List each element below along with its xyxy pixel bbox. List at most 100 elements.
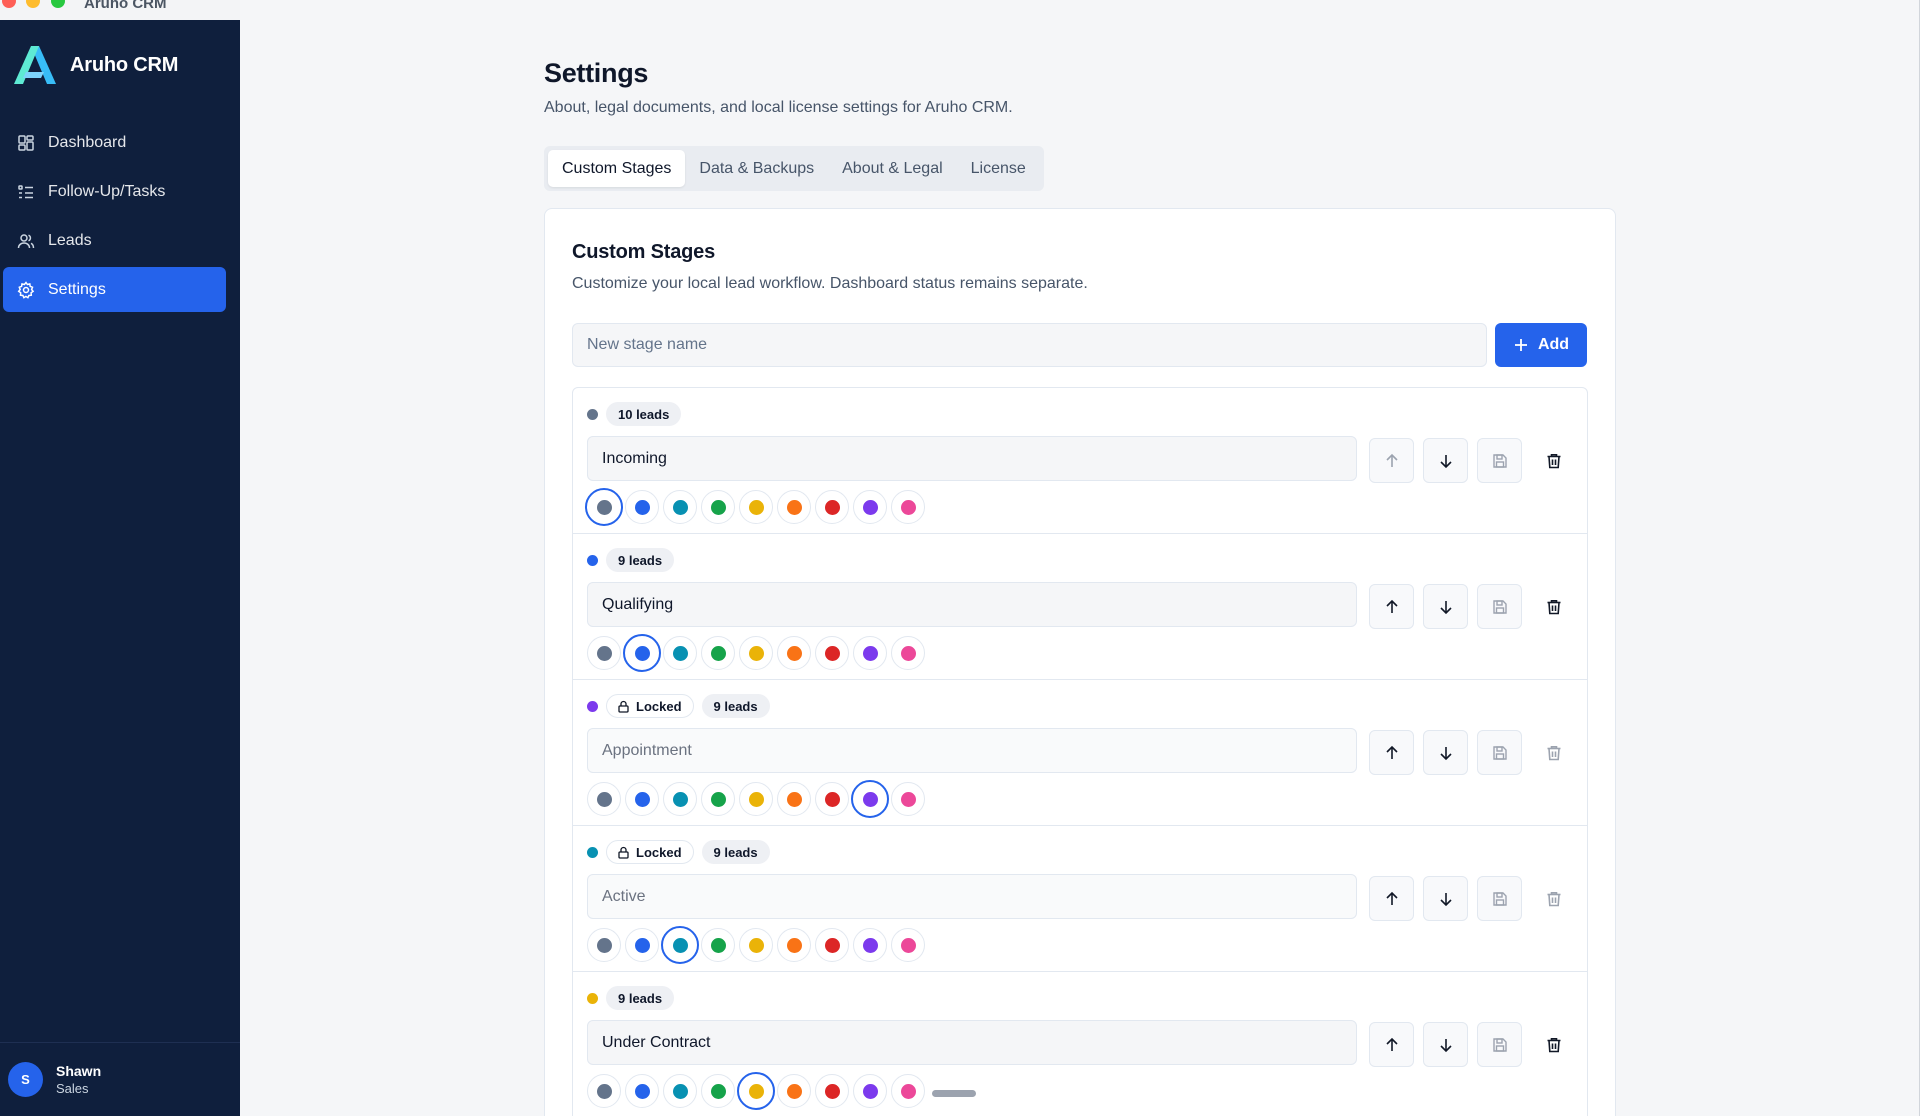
swatch-color — [710, 1083, 726, 1099]
sidebar-item-settings[interactable]: Settings — [3, 267, 226, 312]
color-swatch[interactable] — [815, 1074, 849, 1108]
color-swatch[interactable] — [737, 1072, 775, 1110]
color-swatch[interactable] — [891, 490, 925, 524]
color-swatch[interactable] — [701, 782, 735, 816]
delete-stage-button[interactable] — [1531, 584, 1576, 629]
move-down-button[interactable] — [1423, 584, 1468, 629]
color-swatch[interactable] — [777, 928, 811, 962]
delete-stage-button[interactable] — [1531, 438, 1576, 483]
color-swatch[interactable] — [663, 636, 697, 670]
color-swatch[interactable] — [853, 636, 887, 670]
move-down-button[interactable] — [1423, 438, 1468, 483]
user-profile[interactable]: S Shawn Sales — [0, 1042, 240, 1116]
swatch-color — [824, 499, 840, 515]
color-swatch[interactable] — [739, 490, 773, 524]
stage-color-dot — [587, 408, 598, 420]
color-swatches — [587, 926, 929, 964]
zoom-window-button[interactable] — [51, 0, 65, 8]
swatch-color — [824, 937, 840, 953]
add-stage-button[interactable]: Add — [1495, 323, 1587, 367]
color-swatch[interactable] — [777, 1074, 811, 1108]
move-down-button[interactable] — [1423, 876, 1468, 921]
delete-stage-button[interactable] — [1531, 1022, 1576, 1067]
color-swatch[interactable] — [587, 928, 621, 962]
color-swatch[interactable] — [587, 1074, 621, 1108]
save-stage-button[interactable] — [1477, 730, 1522, 775]
save-stage-button[interactable] — [1477, 876, 1522, 921]
swatch-color — [900, 645, 916, 661]
horizontal-scrollbar[interactable] — [932, 1090, 976, 1097]
delete-stage-button[interactable] — [1531, 876, 1576, 921]
color-swatch[interactable] — [853, 490, 887, 524]
tab-license[interactable]: License — [957, 150, 1040, 187]
color-swatch[interactable] — [891, 1074, 925, 1108]
arrow-down-icon — [1439, 746, 1452, 760]
color-swatch[interactable] — [891, 782, 925, 816]
save-stage-button[interactable] — [1477, 438, 1522, 483]
stage-color-dot — [587, 992, 598, 1004]
color-swatch[interactable] — [701, 928, 735, 962]
color-swatch[interactable] — [663, 490, 697, 524]
delete-stage-button[interactable] — [1531, 730, 1576, 775]
color-swatch[interactable] — [625, 490, 659, 524]
color-swatch[interactable] — [739, 636, 773, 670]
move-down-button[interactable] — [1423, 730, 1468, 775]
dashboard-icon — [18, 134, 34, 151]
stage-name-input[interactable] — [587, 582, 1357, 627]
sidebar-item-leads[interactable]: Leads — [3, 218, 226, 263]
minimize-window-button[interactable] — [26, 0, 40, 8]
stage-name-input[interactable] — [587, 1020, 1357, 1065]
swatch-color — [862, 937, 878, 953]
stage-name-input[interactable] — [587, 436, 1357, 481]
move-up-button[interactable] — [1369, 730, 1414, 775]
color-swatch[interactable] — [815, 782, 849, 816]
move-up-button[interactable] — [1369, 876, 1414, 921]
close-window-button[interactable] — [2, 0, 16, 8]
color-swatch[interactable] — [701, 1074, 735, 1108]
color-swatch[interactable] — [851, 780, 889, 818]
color-swatch[interactable] — [739, 928, 773, 962]
save-icon — [1492, 745, 1507, 760]
move-up-button[interactable] — [1369, 584, 1414, 629]
color-swatch[interactable] — [777, 636, 811, 670]
color-swatch[interactable] — [853, 1074, 887, 1108]
color-swatch[interactable] — [587, 782, 621, 816]
tab-about-legal[interactable]: About & Legal — [828, 150, 957, 187]
save-stage-button[interactable] — [1477, 584, 1522, 629]
color-swatch[interactable] — [701, 636, 735, 670]
move-down-button[interactable] — [1423, 1022, 1468, 1067]
color-swatch[interactable] — [777, 782, 811, 816]
lead-count-badge: 9 leads — [701, 840, 770, 864]
color-swatch[interactable] — [739, 782, 773, 816]
move-up-button[interactable] — [1369, 1022, 1414, 1067]
stage-name-input[interactable] — [587, 728, 1357, 773]
move-up-button[interactable] — [1369, 438, 1414, 483]
color-swatch[interactable] — [585, 488, 623, 526]
color-swatch[interactable] — [625, 782, 659, 816]
color-swatch[interactable] — [815, 928, 849, 962]
color-swatch[interactable] — [663, 1074, 697, 1108]
color-swatch[interactable] — [625, 1074, 659, 1108]
color-swatch[interactable] — [815, 490, 849, 524]
settings-tabs: Custom Stages Data & Backups About & Leg… — [544, 146, 1044, 191]
color-swatch[interactable] — [853, 928, 887, 962]
color-swatch[interactable] — [623, 634, 661, 672]
color-swatch[interactable] — [587, 636, 621, 670]
tab-custom-stages[interactable]: Custom Stages — [548, 150, 686, 187]
color-swatch[interactable] — [663, 782, 697, 816]
color-swatch[interactable] — [625, 928, 659, 962]
tab-data-backups[interactable]: Data & Backups — [685, 150, 828, 187]
stage-row: 9 leads — [573, 534, 1587, 680]
sidebar-item-follow-up-tasks[interactable]: Follow-Up/Tasks — [3, 169, 226, 214]
save-stage-button[interactable] — [1477, 1022, 1522, 1067]
color-swatch[interactable] — [815, 636, 849, 670]
new-stage-input[interactable] — [572, 323, 1487, 367]
color-swatch[interactable] — [701, 490, 735, 524]
sidebar-item-dashboard[interactable]: Dashboard — [3, 120, 226, 165]
color-swatch[interactable] — [777, 490, 811, 524]
color-swatch[interactable] — [891, 928, 925, 962]
color-swatch[interactable] — [891, 636, 925, 670]
stage-name-input[interactable] — [587, 874, 1357, 919]
brand[interactable]: Aruho CRM — [14, 46, 178, 84]
color-swatch[interactable] — [661, 926, 699, 964]
